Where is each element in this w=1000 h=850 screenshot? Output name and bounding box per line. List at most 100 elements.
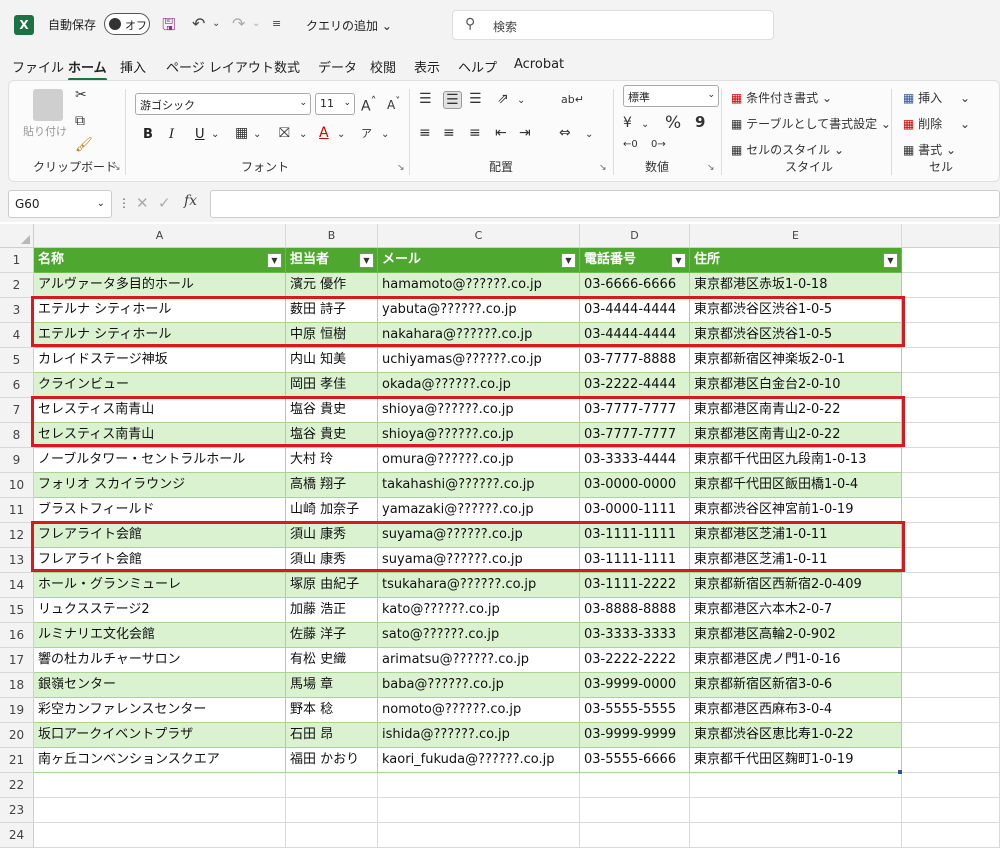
table-cell[interactable]: フォリオ スカイラウンジ	[34, 473, 286, 498]
fill-color-icon[interactable]: ⛝	[279, 125, 290, 141]
bold-button[interactable]: B	[143, 127, 153, 142]
align-left-icon[interactable]: ≡	[419, 125, 431, 141]
table-cell[interactable]	[902, 373, 1000, 398]
table-cell[interactable]: 塚原 由紀子	[286, 573, 378, 598]
table-cell[interactable]: 東京都千代田区飯田橋1-0-4	[690, 473, 902, 498]
table-cell[interactable]	[902, 473, 1000, 498]
table-cell[interactable]: tsukahara@??????.co.jp	[378, 573, 580, 598]
tab-acrobat[interactable]: Acrobat	[514, 57, 564, 72]
empty-cell[interactable]	[580, 773, 690, 798]
row-header[interactable]: 19	[0, 698, 34, 723]
column-header-d[interactable]: D	[580, 224, 690, 248]
table-cell[interactable]	[902, 623, 1000, 648]
table-cell[interactable]: 佐藤 洋子	[286, 623, 378, 648]
table-cell[interactable]	[902, 348, 1000, 373]
empty-cell[interactable]	[34, 798, 286, 823]
wrap-text-icon[interactable]: ab↵	[561, 93, 584, 106]
table-cell[interactable]	[902, 323, 1000, 348]
table-header-cell[interactable]: 担当者 ▼	[286, 248, 378, 273]
table-cell[interactable]: 東京都新宿区神楽坂2-0-1	[690, 348, 902, 373]
row-header[interactable]: 21	[0, 748, 34, 773]
table-cell[interactable]: sato@??????.co.jp	[378, 623, 580, 648]
table-cell[interactable]: 03-3333-4444	[580, 448, 690, 473]
row-header[interactable]: 6	[0, 373, 34, 398]
table-cell[interactable]: 03-0000-0000	[580, 473, 690, 498]
table-cell[interactable]: baba@??????.co.jp	[378, 673, 580, 698]
tab-help[interactable]: ヘルプ	[458, 57, 497, 76]
table-cell[interactable]: 坂口アークイベントプラザ	[34, 723, 286, 748]
row-header[interactable]: 15	[0, 598, 34, 623]
merge-dropdown-icon[interactable]: ⌄	[585, 129, 593, 140]
row-header[interactable]: 10	[0, 473, 34, 498]
table-cell[interactable]: 岡田 孝佳	[286, 373, 378, 398]
insert-cells-button[interactable]: ▦ 挿入 ⌄	[903, 89, 970, 106]
table-header-cell[interactable]: 名称 ▼	[34, 248, 286, 273]
table-cell[interactable]: 東京都港区西麻布3-0-4	[690, 698, 902, 723]
row-header[interactable]: 7	[0, 398, 34, 423]
italic-button[interactable]: I	[169, 127, 174, 142]
tab-review[interactable]: 校閲	[370, 57, 396, 76]
row-header[interactable]: 8	[0, 423, 34, 448]
row-header[interactable]: 22	[0, 773, 34, 798]
alignment-launcher-icon[interactable]: ↘	[599, 163, 607, 173]
table-cell[interactable]	[902, 598, 1000, 623]
undo-dropdown-icon[interactable]: ⌄	[212, 18, 220, 29]
table-cell[interactable]: 銀嶺センター	[34, 673, 286, 698]
row-header[interactable]: 4	[0, 323, 34, 348]
table-cell[interactable]: 03-5555-6666	[580, 748, 690, 773]
filter-dropdown-icon[interactable]: ▼	[267, 253, 282, 268]
table-cell[interactable]: 東京都新宿区西新宿2-0-409	[690, 573, 902, 598]
table-cell[interactable]: 03-2222-4444	[580, 373, 690, 398]
number-launcher-icon[interactable]: ↘	[707, 163, 715, 173]
table-cell[interactable]: ルミナリエ文化会館	[34, 623, 286, 648]
table-cell[interactable]: 福田 かおり	[286, 748, 378, 773]
table-cell[interactable]: ブラストフィールド	[34, 498, 286, 523]
filter-dropdown-icon[interactable]: ▼	[883, 253, 898, 268]
fill-color-dropdown-icon[interactable]: ⌄	[299, 129, 307, 140]
tab-file[interactable]: ファイル	[12, 57, 64, 76]
table-cell[interactable]: kaori_fukuda@??????.co.jp	[378, 748, 580, 773]
table-cell[interactable]	[902, 523, 1000, 548]
table-cell[interactable]: カレイドステージ神坂	[34, 348, 286, 373]
format-as-table-button[interactable]: ▦ テーブルとして書式設定 ⌄	[731, 115, 891, 132]
row-header[interactable]: 12	[0, 523, 34, 548]
empty-cell[interactable]	[902, 773, 1000, 798]
borders-icon[interactable]: ▦	[235, 125, 248, 141]
tab-insert[interactable]: 挿入	[120, 57, 146, 76]
conditional-format-button[interactable]: ▦ 条件付き書式 ⌄	[731, 89, 832, 106]
search-box[interactable]: ⚲ 検索	[452, 10, 774, 40]
row-header[interactable]: 24	[0, 823, 34, 848]
percent-button[interactable]: %	[665, 113, 681, 133]
table-cell[interactable]	[902, 398, 1000, 423]
cell-styles-button[interactable]: ▦ セルのスタイル ⌄	[731, 141, 844, 158]
empty-cell[interactable]	[580, 823, 690, 848]
shrink-font-button[interactable]: A˅	[387, 96, 400, 112]
redo-dropdown-icon[interactable]: ⌄	[252, 18, 260, 29]
table-cell[interactable]: 東京都港区六本木2-0-7	[690, 598, 902, 623]
table-cell[interactable]: リュクスステージ2	[34, 598, 286, 623]
phonetic-guide-icon[interactable]: ア	[361, 125, 372, 141]
empty-cell[interactable]	[286, 773, 378, 798]
align-bottom-icon[interactable]: ☰	[469, 91, 482, 107]
table-cell[interactable]: 響の杜カルチャーサロン	[34, 648, 286, 673]
customize-toolbar-icon[interactable]: ≡	[272, 17, 281, 30]
table-resize-handle[interactable]	[898, 770, 902, 774]
column-header-a[interactable]: A	[34, 224, 286, 248]
table-cell[interactable]	[902, 573, 1000, 598]
table-cell[interactable]	[902, 448, 1000, 473]
table-cell[interactable]: クラインビュー	[34, 373, 286, 398]
empty-cell[interactable]	[34, 823, 286, 848]
format-painter-icon[interactable]: 🖌	[75, 137, 93, 153]
copy-icon[interactable]: ⧉	[75, 113, 85, 129]
table-cell[interactable]: 内山 知美	[286, 348, 378, 373]
currency-icon[interactable]: ¥	[623, 115, 632, 131]
table-cell[interactable]	[902, 548, 1000, 573]
number-format-select[interactable]: 標準 ⌄	[623, 85, 719, 107]
empty-cell[interactable]	[902, 823, 1000, 848]
formula-input[interactable]	[210, 190, 1000, 218]
empty-cell[interactable]	[690, 798, 902, 823]
table-cell[interactable]: 濱元 優作	[286, 273, 378, 298]
table-header-cell[interactable]: メール ▼	[378, 248, 580, 273]
column-header-e[interactable]: E	[690, 224, 902, 248]
table-cell[interactable]: kato@??????.co.jp	[378, 598, 580, 623]
